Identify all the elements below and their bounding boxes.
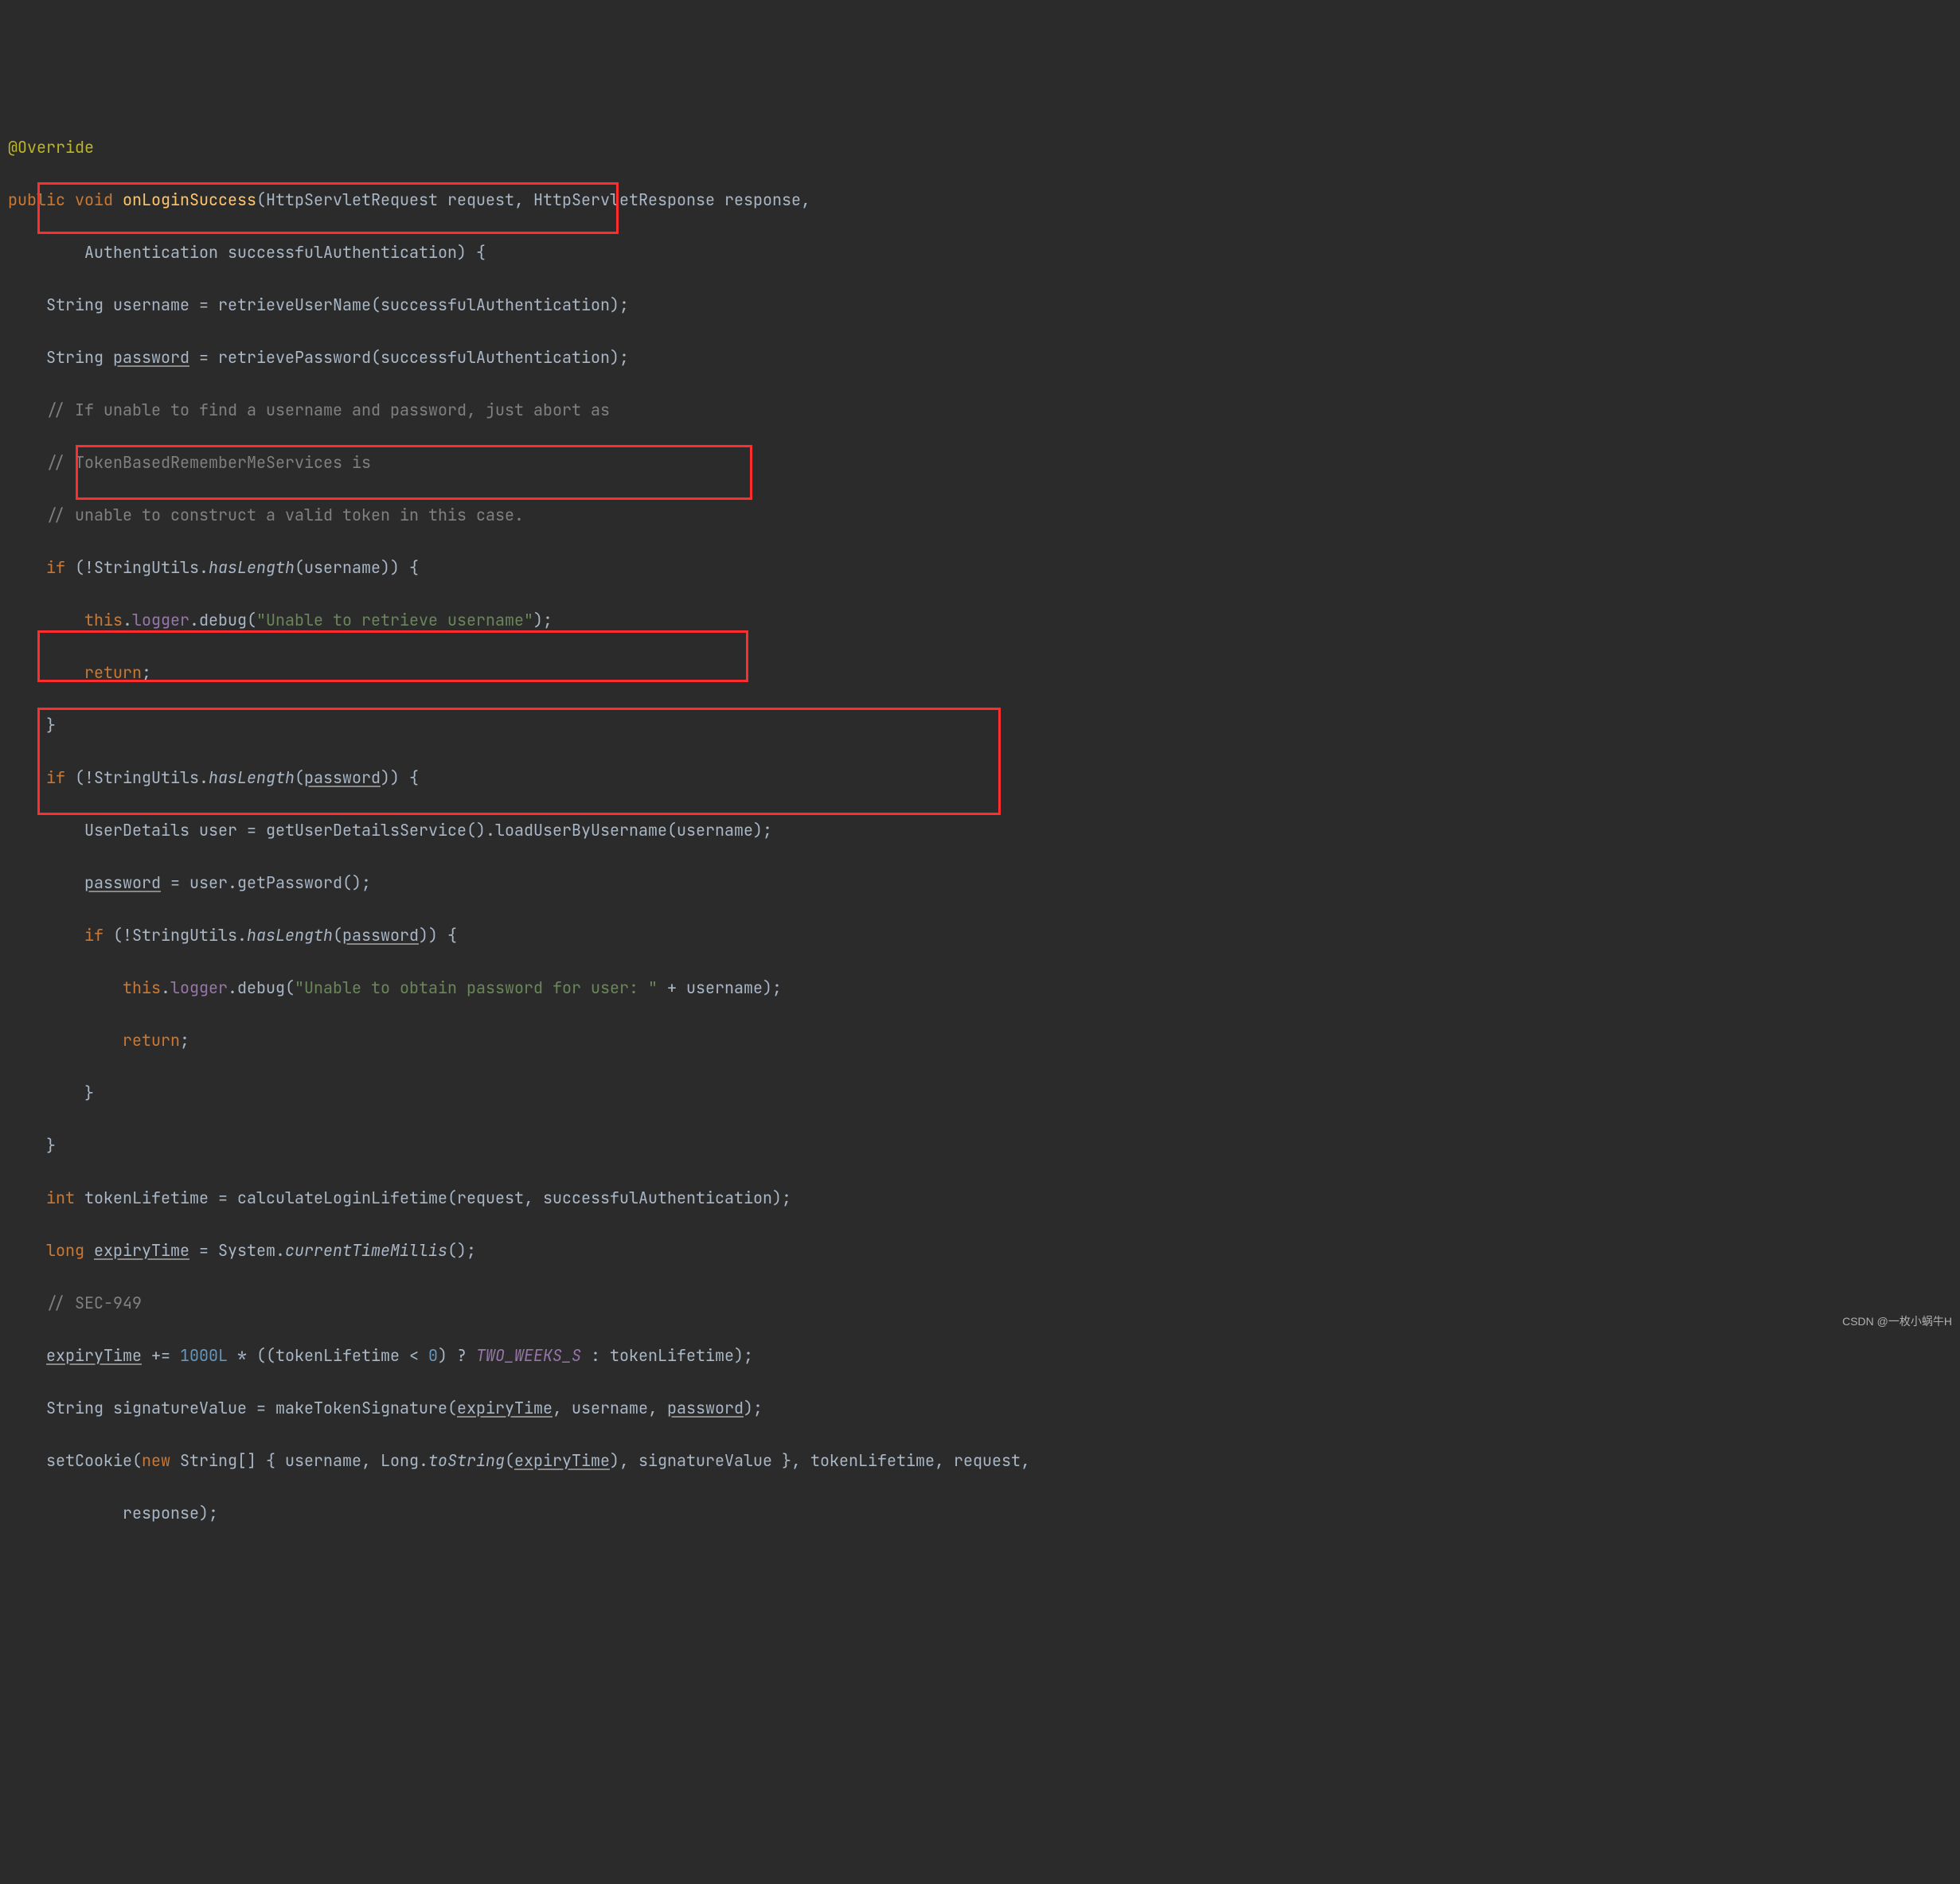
code-line-20: } — [8, 1133, 1960, 1159]
code-line-17: this.logger.debug("Unable to obtain pass… — [8, 975, 1960, 1001]
code-line-24: expiryTime += 1000L * ((tokenLifetime < … — [8, 1343, 1960, 1369]
watermark: CSDN @一枚小蜗牛H — [1842, 1313, 1952, 1331]
code-line-5: String password = retrievePassword(succe… — [8, 345, 1960, 371]
code-line-13: if (!StringUtils.hasLength(password)) { — [8, 765, 1960, 791]
code-block[interactable]: @Override public void onLoginSuccess(Htt… — [0, 105, 1960, 1700]
code-line-21: int tokenLifetime = calculateLoginLifeti… — [8, 1185, 1960, 1211]
code-line-26: setCookie(new String[] { username, Long.… — [8, 1448, 1960, 1474]
code-line-4: String username = retrieveUserName(succe… — [8, 292, 1960, 318]
code-line-27: response); — [8, 1500, 1960, 1527]
code-line-19: } — [8, 1080, 1960, 1106]
code-line-25: String signatureValue = makeTokenSignatu… — [8, 1395, 1960, 1422]
code-line-11: return; — [8, 660, 1960, 686]
code-line-9: if (!StringUtils.hasLength(username)) { — [8, 555, 1960, 581]
code-line-16: if (!StringUtils.hasLength(password)) { — [8, 922, 1960, 949]
code-line-23: // SEC-949 — [8, 1290, 1960, 1316]
code-line-14: UserDetails user = getUserDetailsService… — [8, 817, 1960, 844]
code-line-15: password = user.getPassword(); — [8, 870, 1960, 896]
code-line-18: return; — [8, 1028, 1960, 1054]
code-line-10: this.logger.debug("Unable to retrieve us… — [8, 607, 1960, 634]
code-line-6: // If unable to find a username and pass… — [8, 397, 1960, 423]
code-line-22: long expiryTime = System.currentTimeMill… — [8, 1238, 1960, 1264]
annotation: @Override — [8, 137, 94, 158]
code-line-8: // unable to construct a valid token in … — [8, 502, 1960, 529]
code-line-3: Authentication successfulAuthentication)… — [8, 240, 1960, 266]
code-line-2: public void onLoginSuccess(HttpServletRe… — [8, 187, 1960, 213]
code-line-7: // TokenBasedRememberMeServices is — [8, 450, 1960, 476]
code-line-1: @Override — [8, 135, 1960, 161]
code-line-12: } — [8, 712, 1960, 739]
